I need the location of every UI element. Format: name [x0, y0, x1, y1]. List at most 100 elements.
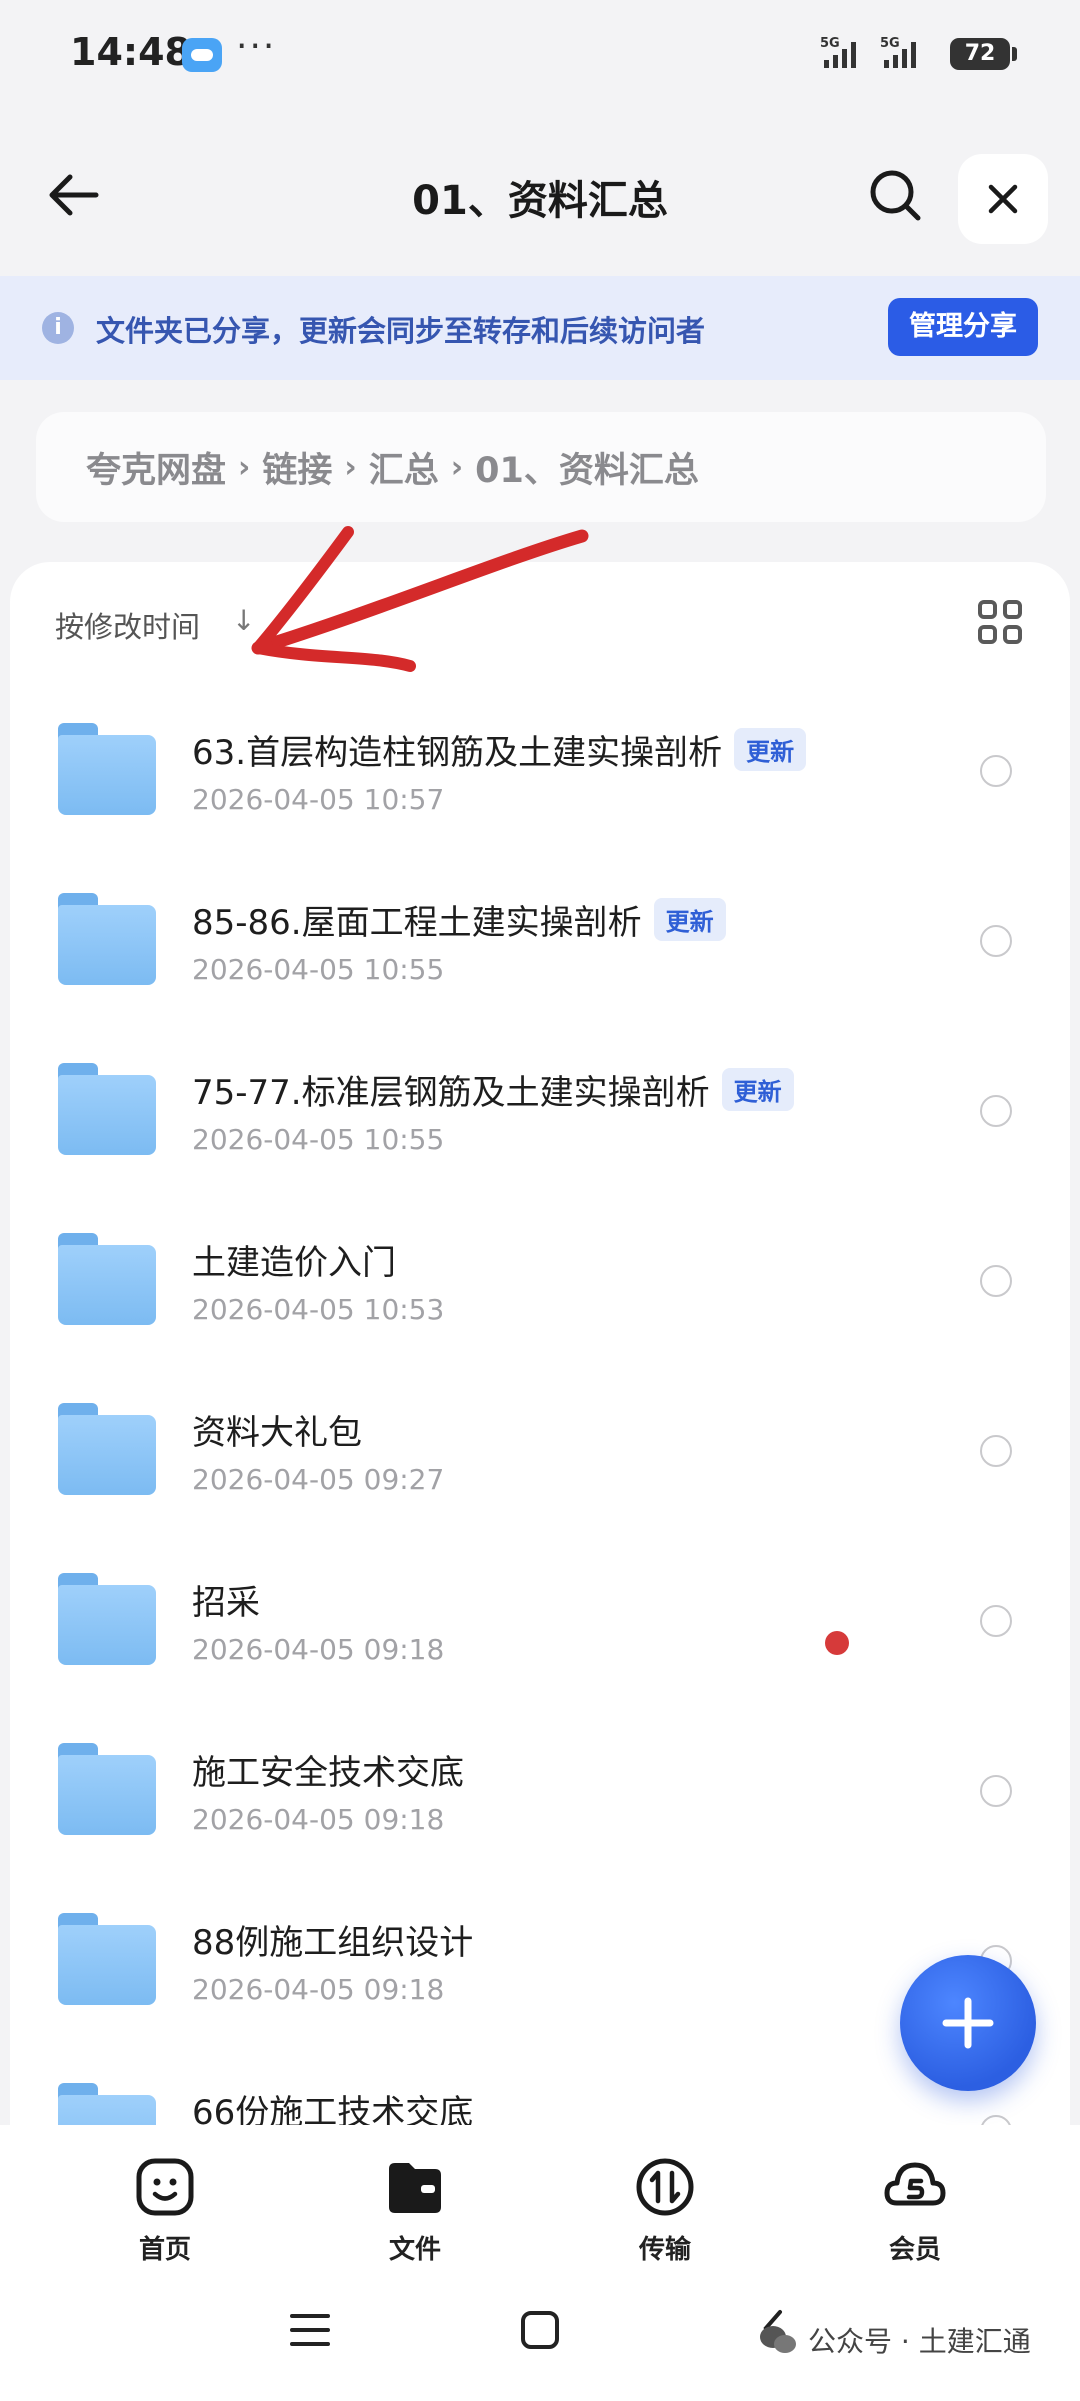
- list-item[interactable]: 施工安全技术交底 2026-04-05 09:18: [20, 1705, 1060, 1875]
- folder-name: 85-86.屋面工程土建实操剖析: [192, 903, 642, 943]
- more-dots-icon: ···: [236, 26, 277, 67]
- signal-icon: 5G: [880, 36, 916, 68]
- folder-date: 2026-04-05 10:55: [192, 953, 445, 986]
- chevron-right-icon: ›: [450, 449, 464, 485]
- share-banner: i 文件夹已分享，更新会同步至转存和后续访问者 管理分享: [0, 276, 1080, 380]
- grid-view-button[interactable]: [978, 600, 1022, 644]
- folder-icon: [58, 1913, 156, 2005]
- nav-transfer[interactable]: 传输: [595, 2155, 735, 2266]
- search-button[interactable]: [860, 160, 930, 230]
- list-item[interactable]: 75-77.标准层钢筋及土建实操剖析 更新 2026-04-05 10:55: [20, 1025, 1060, 1195]
- nav-home[interactable]: 首页: [95, 2155, 235, 2266]
- annotation-arrow: [251, 526, 589, 672]
- nav-label: 会员: [888, 2235, 941, 2265]
- plus-icon: [942, 1997, 994, 2049]
- home-square-icon[interactable]: [520, 2310, 560, 2350]
- sort-button[interactable]: 按修改时间: [55, 604, 200, 646]
- folder-date: 2026-04-05 10:55: [192, 1123, 445, 1156]
- cloud-icon: [182, 38, 222, 72]
- grid-cell: [978, 625, 997, 644]
- breadcrumb-item-current: 01、资料汇总: [475, 450, 699, 491]
- update-badge: 更新: [653, 898, 726, 941]
- folder-name: 75-77.标准层钢筋及土建实操剖析: [192, 1073, 710, 1113]
- folder-icon: [58, 1573, 156, 1665]
- battery-tip: [1012, 47, 1017, 61]
- transfer-icon: [636, 2158, 694, 2216]
- select-radio[interactable]: [980, 1435, 1012, 1467]
- bottom-nav: 首页 文件 传输 会员: [0, 2125, 1080, 2270]
- folder-icon: [58, 1403, 156, 1495]
- status-bar: 14:48 ··· 5G 5G 72: [0, 0, 1080, 110]
- share-banner-text: 文件夹已分享，更新会同步至转存和后续访问者: [96, 314, 706, 348]
- nav-label: 首页: [138, 2235, 191, 2265]
- watermark-text: 公众号 · 土建汇通: [808, 2325, 1031, 2358]
- grid-cell: [1003, 625, 1022, 644]
- folder-icon: [58, 893, 156, 985]
- select-radio[interactable]: [980, 925, 1012, 957]
- folder-name: 88例施工组织设计: [192, 1923, 474, 1963]
- new-item-dot: [825, 1631, 849, 1655]
- close-icon: [988, 184, 1018, 214]
- folder-name-row: 63.首层构造柱钢筋及土建实操剖析 更新: [192, 725, 807, 774]
- select-radio[interactable]: [980, 1265, 1012, 1297]
- menu-icon[interactable]: [290, 2312, 330, 2348]
- nav-vip[interactable]: 会员: [845, 2155, 985, 2266]
- list-item[interactable]: 资料大礼包 2026-04-05 09:27: [20, 1365, 1060, 1535]
- signal-label-1: 5G: [820, 36, 840, 51]
- folder-date: 2026-04-05 09:27: [192, 1463, 445, 1496]
- folder-name: 招采: [192, 1583, 260, 1623]
- folder-icon: [58, 1233, 156, 1325]
- breadcrumb-item[interactable]: 汇总: [369, 442, 439, 493]
- folder-name: 土建造价入门: [192, 1243, 396, 1283]
- folder-name: 资料大礼包: [192, 1413, 362, 1453]
- folder-date: 2026-04-05 09:18: [192, 1803, 445, 1836]
- list-item[interactable]: 招采 2026-04-05 09:18: [20, 1535, 1060, 1705]
- breadcrumb: 夸克网盘 › 链接 › 汇总 › 01、资料汇总: [36, 412, 1046, 522]
- select-radio[interactable]: [980, 2115, 1012, 2125]
- update-badge: 更新: [734, 728, 807, 771]
- close-button[interactable]: [958, 154, 1048, 244]
- select-radio[interactable]: [980, 755, 1012, 787]
- signal-label-2: 5G: [880, 36, 900, 51]
- search-icon: [870, 170, 921, 221]
- folder-date: 2026-04-05 10:53: [192, 1293, 445, 1326]
- folder-icon: [58, 1743, 156, 1835]
- nav-label: 文件: [388, 2235, 441, 2265]
- folder-name-row: 85-86.屋面工程土建实操剖析 更新: [192, 895, 726, 944]
- nav-files[interactable]: 文件: [345, 2155, 485, 2266]
- watermark: 公众号 · 土建汇通: [758, 2320, 1031, 2360]
- list-item[interactable]: 土建造价入门 2026-04-05 10:53: [20, 1195, 1060, 1365]
- folder-icon: [58, 2083, 156, 2125]
- list-item[interactable]: 85-86.屋面工程土建实操剖析 更新 2026-04-05 10:55: [20, 855, 1060, 1025]
- breadcrumb-item[interactable]: 链接: [262, 442, 332, 493]
- grid-cell: [978, 600, 997, 619]
- grid-cell: [1003, 600, 1022, 619]
- select-radio[interactable]: [980, 1095, 1012, 1127]
- folder-name: 63.首层构造柱钢筋及土建实操剖析: [192, 733, 723, 773]
- add-button[interactable]: [900, 1955, 1036, 2091]
- battery-indicator: 72: [950, 38, 1010, 70]
- list-item[interactable]: 63.首层构造柱钢筋及土建实操剖析 更新 2026-04-05 10:57: [20, 685, 1060, 855]
- breadcrumb-item[interactable]: 夸克网盘: [86, 442, 226, 493]
- folder-name-row: 75-77.标准层钢筋及土建实操剖析 更新: [192, 1065, 794, 1114]
- wechat-icon: [760, 2326, 796, 2353]
- signal-icon: 5G: [820, 36, 856, 68]
- home-smile-icon: [136, 2158, 194, 2216]
- select-radio[interactable]: [980, 1605, 1012, 1637]
- folder-name: 66份施工技术交底: [192, 2093, 474, 2125]
- update-badge: 更新: [721, 1068, 794, 1111]
- select-radio[interactable]: [980, 1775, 1012, 1807]
- folder-date: 2026-04-05 09:18: [192, 1973, 445, 2006]
- folder-name: 施工安全技术交底: [192, 1753, 464, 1793]
- vip-icon: [884, 2162, 946, 2206]
- nav-label: 传输: [638, 2235, 691, 2265]
- folder-icon: [389, 2163, 441, 2213]
- folder-icon: [58, 1063, 156, 1155]
- folder-icon: [58, 723, 156, 815]
- chevron-right-icon: ›: [238, 449, 251, 485]
- list-item[interactable]: 66份施工技术交底: [20, 2045, 1060, 2125]
- top-bar: 01、资料汇总: [0, 140, 1080, 250]
- status-time: 14:48: [70, 30, 191, 74]
- manage-share-button[interactable]: 管理分享: [888, 298, 1038, 356]
- chevron-right-icon: ›: [344, 449, 357, 485]
